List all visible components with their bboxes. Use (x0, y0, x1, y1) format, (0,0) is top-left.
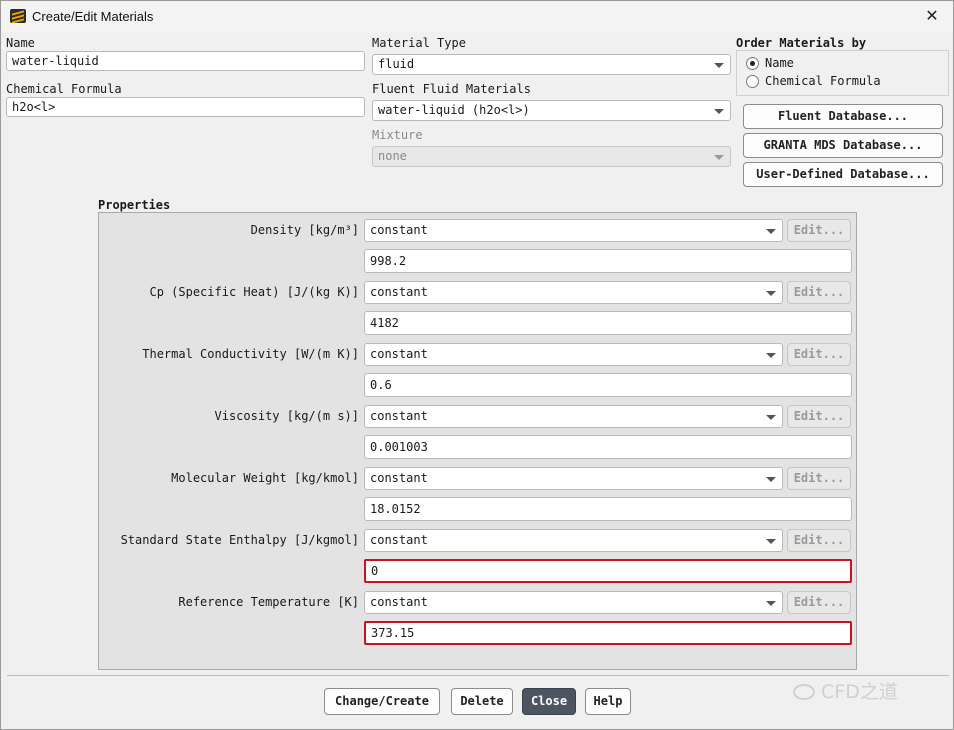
order-by-name-label: Name (765, 56, 794, 70)
order-by-label: Order Materials by (736, 36, 867, 50)
material-type-value: fluid (378, 57, 415, 71)
close-button[interactable]: Close (522, 688, 576, 715)
property-edit-button: Edit... (787, 219, 851, 242)
property-value-field[interactable]: 998.2 (364, 249, 852, 273)
title-bar: Create/Edit Materials ✕ (1, 1, 953, 32)
window-title: Create/Edit Materials (32, 9, 154, 24)
property-method-value: constant (370, 595, 428, 609)
property-edit-button: Edit... (787, 405, 851, 428)
chemical-formula-label: Chemical Formula (6, 82, 122, 96)
order-by-group: Name Chemical Formula (736, 50, 949, 96)
granta-database-button[interactable]: GRANTA MDS Database... (743, 133, 943, 158)
mixture-value: none (378, 149, 407, 163)
property-value-field[interactable]: 18.0152 (364, 497, 852, 521)
property-edit-button: Edit... (787, 529, 851, 552)
property-label: Viscosity [kg/(m s)] (214, 409, 360, 423)
name-label: Name (6, 36, 35, 50)
chemical-formula-field[interactable]: h2o<l> (6, 97, 365, 117)
property-label: Molecular Weight [kg/kmol] (171, 471, 359, 485)
properties-label: Properties (98, 198, 171, 212)
property-method-value: constant (370, 533, 428, 547)
property-method-dropdown[interactable]: constant (364, 405, 783, 428)
property-method-value: constant (370, 409, 428, 423)
property-method-dropdown[interactable]: constant (364, 467, 783, 490)
property-method-dropdown[interactable]: constant (364, 591, 783, 614)
property-value-field[interactable]: 373.15 (364, 621, 852, 645)
property-label: Thermal Conductivity [W/(m K)] (142, 347, 359, 361)
property-method-value: constant (370, 471, 428, 485)
fluent-app-icon (10, 9, 26, 23)
help-button[interactable]: Help (585, 688, 631, 715)
property-method-dropdown[interactable]: constant (364, 343, 783, 366)
fluent-fluid-materials-value: water-liquid (h2o<l>) (378, 103, 530, 117)
chevron-down-icon (714, 155, 724, 160)
property-label: Cp (Specific Heat) [J/(kg K)] (149, 285, 359, 299)
fluent-database-button[interactable]: Fluent Database... (743, 104, 943, 129)
chevron-down-icon (714, 63, 724, 68)
chevron-down-icon (766, 353, 776, 358)
wechat-icon (793, 684, 815, 700)
property-edit-button: Edit... (787, 467, 851, 490)
property-method-value: constant (370, 347, 428, 361)
property-edit-button: Edit... (787, 343, 851, 366)
chevron-down-icon (766, 539, 776, 544)
property-value-field[interactable]: 0 (364, 559, 852, 583)
name-field[interactable]: water-liquid (6, 51, 365, 71)
close-icon[interactable]: ✕ (919, 4, 945, 28)
property-value-field[interactable]: 0.001003 (364, 435, 852, 459)
divider (7, 675, 949, 676)
order-by-formula-label: Chemical Formula (765, 74, 881, 88)
watermark: CFD之道 (793, 677, 898, 704)
materials-dialog: Create/Edit Materials ✕ Name water-liqui… (0, 0, 954, 730)
material-type-dropdown[interactable]: fluid (372, 54, 731, 75)
property-method-dropdown[interactable]: constant (364, 219, 783, 242)
order-by-formula-radio[interactable] (746, 75, 759, 88)
chevron-down-icon (766, 229, 776, 234)
chevron-down-icon (766, 601, 776, 606)
property-method-value: constant (370, 223, 428, 237)
property-method-dropdown[interactable]: constant (364, 529, 783, 552)
property-label: Reference Temperature [K] (178, 595, 359, 609)
delete-button[interactable]: Delete (451, 688, 513, 715)
watermark-text: CFD之道 (821, 681, 898, 703)
property-value-field[interactable]: 4182 (364, 311, 852, 335)
property-label: Density [kg/m³] (250, 223, 359, 237)
property-edit-button: Edit... (787, 281, 851, 304)
user-defined-database-button[interactable]: User-Defined Database... (743, 162, 943, 187)
property-method-value: constant (370, 285, 428, 299)
order-by-name-radio[interactable] (746, 57, 759, 70)
property-method-dropdown[interactable]: constant (364, 281, 783, 304)
property-value-field[interactable]: 0.6 (364, 373, 852, 397)
change-create-button[interactable]: Change/Create (324, 688, 440, 715)
property-edit-button: Edit... (787, 591, 851, 614)
mixture-dropdown: none (372, 146, 731, 167)
fluent-fluid-materials-label: Fluent Fluid Materials (372, 82, 531, 96)
property-label: Standard State Enthalpy [J/kgmol] (120, 533, 359, 547)
mixture-label: Mixture (372, 128, 423, 142)
fluent-fluid-materials-dropdown[interactable]: water-liquid (h2o<l>) (372, 100, 731, 121)
chevron-down-icon (766, 415, 776, 420)
chevron-down-icon (714, 109, 724, 114)
material-type-label: Material Type (372, 36, 466, 50)
chevron-down-icon (766, 291, 776, 296)
chevron-down-icon (766, 477, 776, 482)
